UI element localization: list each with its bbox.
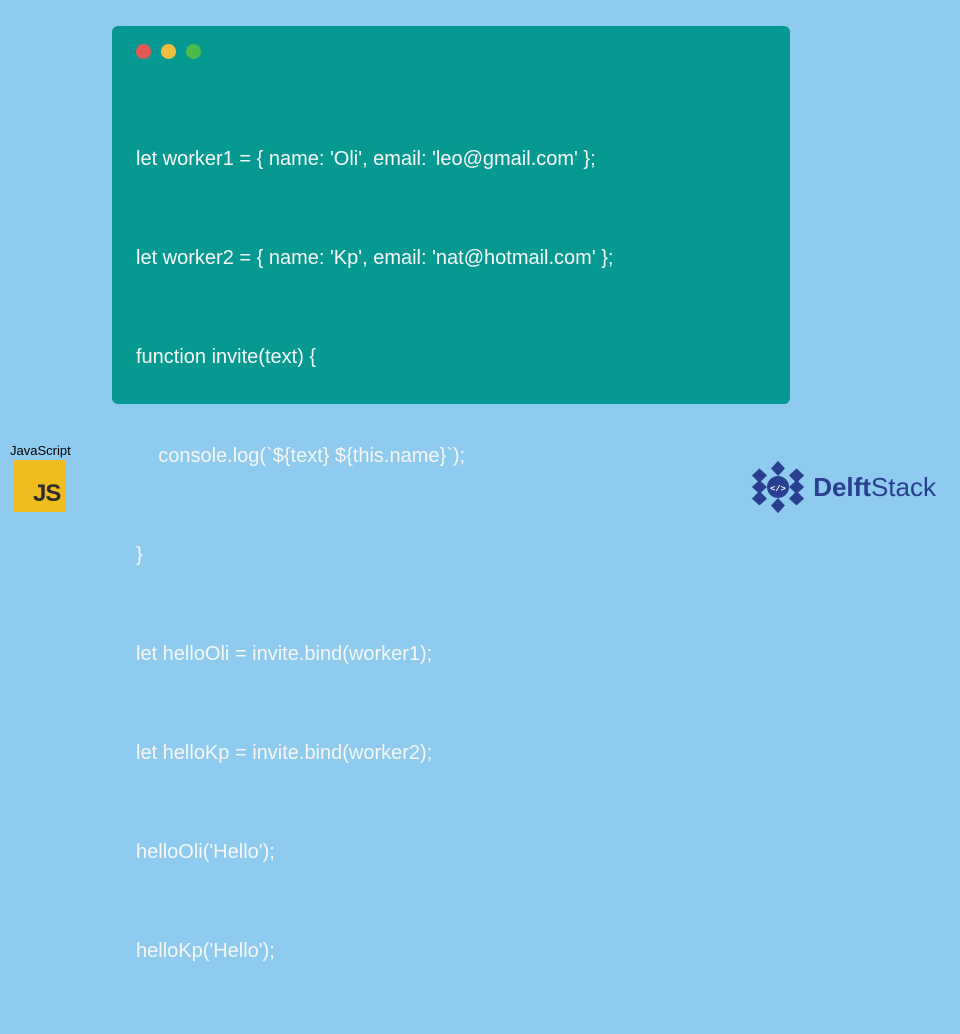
- javascript-logo-text: JS: [33, 480, 60, 508]
- delft-bold-text: Delft: [813, 472, 871, 502]
- code-line: let worker2 = { name: 'Kp', email: 'nat@…: [136, 242, 766, 275]
- javascript-badge: JavaScript JS: [10, 443, 71, 512]
- javascript-logo-icon: JS: [14, 460, 66, 512]
- delft-rest-text: Stack: [871, 472, 936, 502]
- maximize-icon: [186, 44, 201, 59]
- javascript-label: JavaScript: [10, 443, 71, 458]
- code-line: helloOli('Hello');: [136, 836, 766, 869]
- delftstack-logo-icon: </>: [749, 458, 807, 516]
- code-line: helloKp('Hello');: [136, 935, 766, 968]
- code-block: let worker1 = { name: 'Oli', email: 'leo…: [136, 77, 766, 1034]
- svg-text:</>: </>: [770, 484, 786, 494]
- close-icon: [136, 44, 151, 59]
- window-controls: [136, 44, 766, 59]
- code-line: }: [136, 539, 766, 572]
- delftstack-text: DelftStack: [813, 472, 936, 503]
- code-window: let worker1 = { name: 'Oli', email: 'leo…: [112, 26, 790, 404]
- code-line: console.log(`${text} ${this.name}`);: [136, 440, 766, 473]
- code-line: let helloOli = invite.bind(worker1);: [136, 638, 766, 671]
- minimize-icon: [161, 44, 176, 59]
- delftstack-badge: </> DelftStack: [749, 458, 936, 516]
- code-line: function invite(text) {: [136, 341, 766, 374]
- code-line: let helloKp = invite.bind(worker2);: [136, 737, 766, 770]
- code-line: let worker1 = { name: 'Oli', email: 'leo…: [136, 143, 766, 176]
